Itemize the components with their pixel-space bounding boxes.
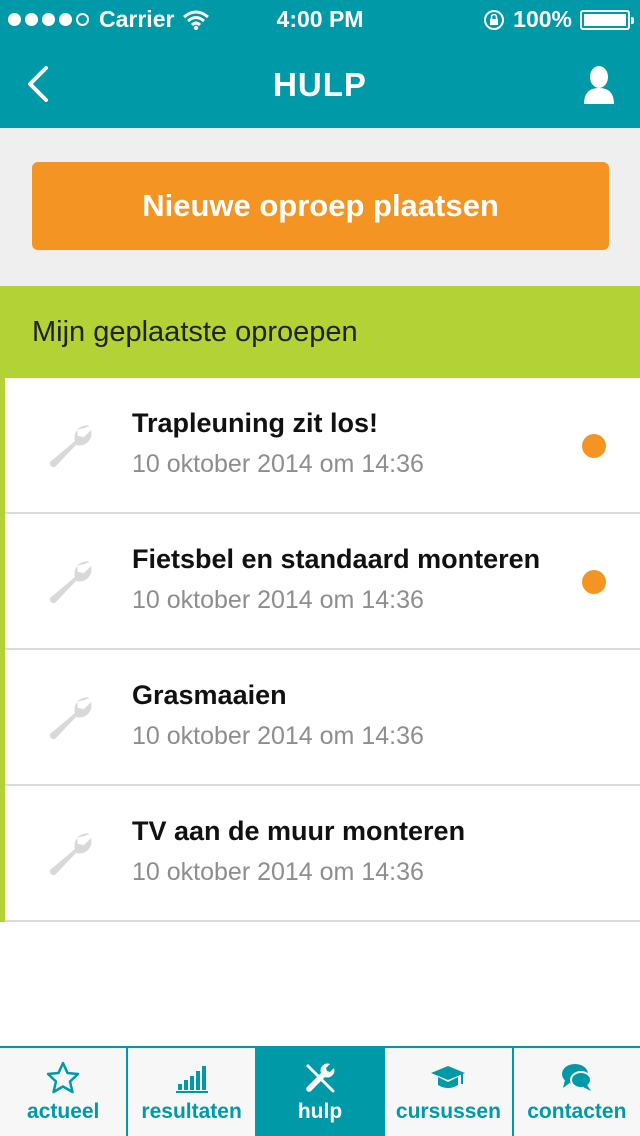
request-date: 10 oktober 2014 om 14:36 (132, 858, 424, 886)
request-list-item[interactable]: Grasmaaien 10 oktober 2014 om 14:36 (0, 650, 640, 786)
user-profile-icon[interactable] (582, 64, 616, 106)
request-list-item[interactable]: Fietsbel en standaard monteren 10 oktobe… (0, 514, 640, 650)
unread-indicator (582, 434, 606, 458)
wrench-icon (49, 425, 92, 468)
status-bar: Carrier 4:00 PM 100% (0, 0, 640, 40)
bar-chart-icon (175, 1066, 208, 1093)
request-list-item[interactable]: TV aan de muur monteren 10 oktober 2014 … (0, 786, 640, 922)
orientation-lock-icon (484, 9, 505, 30)
tab-label: resultaten (141, 1100, 242, 1123)
tab-bar: actueel resultaten hulp cursussen contac… (0, 1046, 640, 1136)
tab-label: actueel (27, 1100, 100, 1123)
request-title: Grasmaaien (132, 680, 287, 710)
request-title: Fietsbel en standaard monteren (132, 544, 541, 574)
battery-percentage: 100% (513, 6, 572, 32)
wrench-icon (49, 833, 92, 876)
request-title: Trapleuning zit los! (132, 408, 379, 438)
wrench-icon (49, 561, 92, 604)
tab-contacten[interactable]: contacten (514, 1048, 640, 1136)
request-title: TV aan de muur monteren (132, 816, 466, 846)
request-date: 10 oktober 2014 om 14:36 (132, 586, 424, 614)
battery-icon (580, 9, 634, 30)
navigation-bar: HULP (0, 40, 640, 128)
tab-label: hulp (297, 1100, 343, 1123)
unread-indicator (582, 570, 606, 594)
graduation-cap-icon (431, 1066, 466, 1088)
tab-label: contacten (527, 1100, 627, 1123)
tab-label: cursussen (395, 1100, 501, 1123)
tab-cursussen[interactable]: cursussen (385, 1048, 514, 1136)
request-date: 10 oktober 2014 om 14:36 (132, 722, 424, 750)
tab-hulp[interactable]: hulp (256, 1048, 386, 1136)
wrench-icon (49, 697, 92, 740)
new-request-button[interactable]: Nieuwe oproep plaatsen (32, 162, 609, 250)
page-title: HULP (273, 66, 367, 103)
star-icon (46, 1061, 80, 1094)
tab-actueel[interactable]: actueel (0, 1048, 129, 1136)
request-list: Trapleuning zit los! 10 oktober 2014 om … (0, 378, 640, 922)
tab-resultaten[interactable]: resultaten (128, 1048, 257, 1136)
action-area: Nieuwe oproep plaatsen (0, 128, 640, 286)
status-right: 100% (483, 6, 634, 33)
request-date: 10 oktober 2014 om 14:36 (132, 450, 424, 478)
section-header: Mijn geplaatste oproepen (0, 286, 640, 378)
request-list-item[interactable]: Trapleuning zit los! 10 oktober 2014 om … (0, 378, 640, 514)
tools-icon (306, 1063, 335, 1093)
section-title: Mijn geplaatste oproepen (32, 315, 358, 348)
chat-icon (561, 1064, 592, 1091)
